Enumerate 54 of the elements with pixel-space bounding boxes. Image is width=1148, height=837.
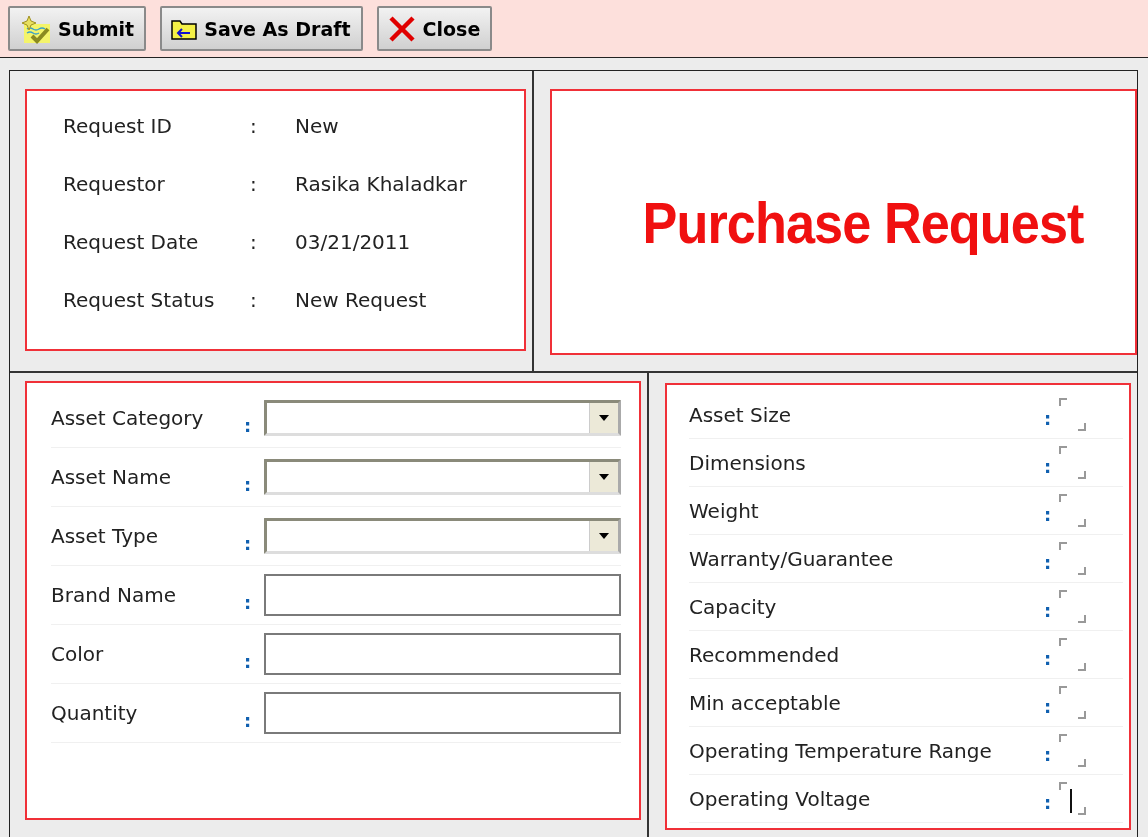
colon-separator: : [1044,743,1053,765]
colon-separator: : [244,708,253,731]
field-label: Operating Voltage [689,786,872,811]
field-label: Brand Name [51,583,177,607]
colon-separator: : [244,531,253,554]
input-field[interactable] [264,574,621,616]
colon-separator: : [250,288,258,312]
colon-separator: : [1044,551,1053,573]
field-label: Quantity [51,701,139,725]
field-label: Request Status [63,288,216,312]
colon-separator: : [1044,407,1053,429]
field-label: Dimensions [689,450,807,475]
colon-separator: : [244,413,253,436]
colon-separator: : [1044,599,1053,621]
field-value: Rasika Khaladkar [295,172,467,196]
save-draft-button[interactable]: Save As Draft [160,6,363,51]
field-value: 03/21/2011 [295,230,411,254]
page-title: Purchase Request [642,188,1085,256]
field-label: Request Date [63,230,200,254]
colon-separator: : [1044,791,1053,813]
submit-button[interactable]: Submit [8,6,147,51]
colon-separator: : [1044,503,1053,525]
field-label: Capacity [689,594,778,619]
input-field[interactable] [264,633,621,675]
colon-separator: : [250,172,258,196]
field-label: Asset Name [51,465,173,489]
field-label: Color [51,642,105,666]
colon-separator: : [244,472,253,495]
field-label: Asset Category [51,406,205,430]
colon-separator: : [1044,647,1053,669]
field-label: Requestor [63,172,166,196]
field-label: Request ID [63,114,173,138]
field-value: New Request [295,288,427,312]
colon-separator: : [1044,695,1053,717]
dropdown-field[interactable] [264,459,621,495]
colon-separator: : [244,649,253,672]
field-label: Asset Size [689,402,793,427]
dropdown-field[interactable] [264,400,621,436]
text-cursor [1070,788,1072,813]
field-value: New [295,114,339,138]
field-label: Recommended [689,642,841,667]
close-icon [386,14,417,43]
colon-separator: : [1044,455,1053,477]
colon-separator: : [244,590,253,613]
field-label: Weight [689,498,760,523]
close-button[interactable]: Close [376,6,493,51]
dropdown-field[interactable] [264,518,621,554]
input-field[interactable] [264,692,621,734]
field-label: Min acceptable [689,690,842,715]
field-label: Operating Temperature Range [689,738,993,763]
field-label: Asset Type [51,524,159,548]
colon-separator: : [250,114,258,138]
field-label: Warranty/Guarantee [689,546,895,571]
colon-separator: : [250,230,258,254]
